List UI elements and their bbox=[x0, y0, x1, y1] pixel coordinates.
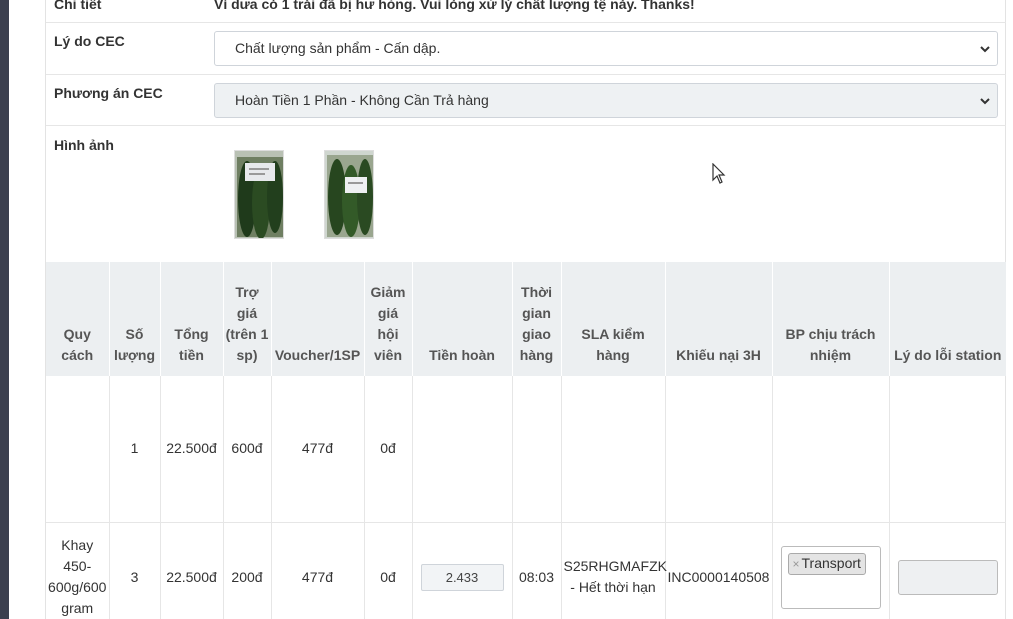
cell-voucher: 477đ bbox=[271, 522, 365, 619]
cell-qty: 1 bbox=[109, 376, 161, 523]
col-member-discount: Giảm giá hội viên bbox=[364, 262, 413, 376]
remove-tag-icon[interactable]: × bbox=[793, 557, 800, 571]
col-total: Tổng tiền bbox=[160, 262, 224, 376]
cell-total: 22.500đ bbox=[160, 376, 224, 523]
cell-delivery-time: 08:03 bbox=[512, 522, 562, 619]
product-table: Quy cách Số lượng Tổng tiền Trợ giá (trê… bbox=[46, 262, 1006, 619]
complaint-detail-panel: Chi tiết Vì dưa có 1 trái đã bị hư hỏng.… bbox=[45, 0, 1006, 619]
cec-option-select[interactable]: Hoàn Tiền 1 Phần - Không Cần Trả hàng bbox=[214, 83, 998, 118]
table-row: 1 22.500đ 600đ 477đ 0đ bbox=[46, 376, 1006, 523]
col-complaint: Khiếu nại 3H bbox=[665, 262, 773, 376]
images-label: Hình ảnh bbox=[54, 137, 114, 153]
dept-multiselect[interactable]: × Transport bbox=[780, 545, 881, 609]
details-row: Chi tiết Vì dưa có 1 trái đã bị hư hỏng.… bbox=[46, 0, 1006, 23]
cec-option-value: Hoàn Tiền 1 Phần - Không Cần Trả hàng bbox=[235, 92, 489, 108]
cell-member-discount: 0đ bbox=[364, 376, 413, 523]
cell-voucher: 477đ bbox=[271, 376, 365, 523]
cell-complaint bbox=[665, 376, 773, 523]
cucumber-photo-icon bbox=[235, 151, 283, 238]
cell-dept bbox=[772, 376, 890, 523]
details-label: Chi tiết bbox=[54, 0, 102, 12]
cell-dept: × Transport bbox=[772, 522, 890, 619]
cec-reason-value: Chất lượng sản phẩm - Cấn dập. bbox=[235, 40, 441, 56]
dept-tag-label: Transport bbox=[801, 554, 861, 571]
product-image-thumbnail[interactable] bbox=[324, 150, 374, 239]
refund-input[interactable]: 2.433 bbox=[420, 563, 504, 591]
cell-sla: S25RHGMAFZK - Hết thời hạn bbox=[561, 522, 667, 619]
col-sla: SLA kiểm hàng bbox=[561, 262, 666, 376]
product-image-thumbnail[interactable] bbox=[234, 150, 284, 239]
cell-station-reason bbox=[889, 522, 1006, 619]
col-voucher: Voucher/1SP bbox=[271, 262, 365, 376]
col-delivery-time: Thời gian giao hàng bbox=[512, 262, 562, 376]
cell-sla bbox=[561, 376, 666, 523]
cell-station-reason bbox=[889, 376, 1006, 523]
cell-subsidy: 200đ bbox=[223, 522, 272, 619]
chevron-down-icon bbox=[980, 46, 990, 53]
images-row: Hình ảnh bbox=[46, 126, 1006, 262]
cec-reason-row: Lý do CEC Chất lượng sản phẩm - Cấn dập. bbox=[46, 23, 1006, 75]
cell-total: 22.500đ bbox=[160, 522, 224, 619]
dept-tag: × Transport bbox=[787, 552, 866, 575]
cell-delivery-time bbox=[512, 376, 562, 523]
col-qty: Số lượng bbox=[109, 262, 161, 376]
cell-spec bbox=[46, 376, 110, 523]
chevron-down-icon bbox=[980, 98, 990, 105]
table-row: Khay 450-600g/600 gram 3 22.500đ 200đ 47… bbox=[46, 522, 1006, 619]
cell-subsidy: 600đ bbox=[223, 376, 272, 523]
cell-qty: 3 bbox=[109, 522, 161, 619]
cell-complaint: INC0000140508 bbox=[665, 522, 773, 619]
mouse-pointer-icon bbox=[712, 163, 726, 184]
cell-refund: 2.433 bbox=[412, 522, 513, 619]
cell-refund bbox=[412, 376, 513, 523]
sidebar-edge bbox=[0, 0, 9, 619]
col-spec: Quy cách bbox=[46, 262, 110, 376]
station-reason-input[interactable] bbox=[897, 559, 998, 595]
col-subsidy: Trợ giá (trên 1 sp) bbox=[223, 262, 272, 376]
cell-member-discount: 0đ bbox=[364, 522, 413, 619]
col-refund: Tiền hoàn bbox=[412, 262, 513, 376]
col-station-reason: Lý do lỗi station bbox=[894, 347, 1002, 363]
details-text: Vì dưa có 1 trái đã bị hư hỏng. Vui lòng… bbox=[214, 0, 695, 12]
cec-option-row: Phương án CEC Hoàn Tiền 1 Phần - Không C… bbox=[46, 75, 1006, 126]
col-dept: BP chịu trách nhiệm bbox=[772, 262, 890, 376]
cec-reason-select[interactable]: Chất lượng sản phẩm - Cấn dập. bbox=[214, 31, 998, 66]
cell-spec: Khay 450-600g/600 gram bbox=[46, 522, 110, 619]
table-header-row: Quy cách Số lượng Tổng tiền Trợ giá (trê… bbox=[46, 262, 1006, 376]
cec-reason-label: Lý do CEC bbox=[54, 33, 125, 49]
cec-option-label: Phương án CEC bbox=[54, 85, 163, 101]
cucumber-photo-icon bbox=[325, 151, 373, 238]
